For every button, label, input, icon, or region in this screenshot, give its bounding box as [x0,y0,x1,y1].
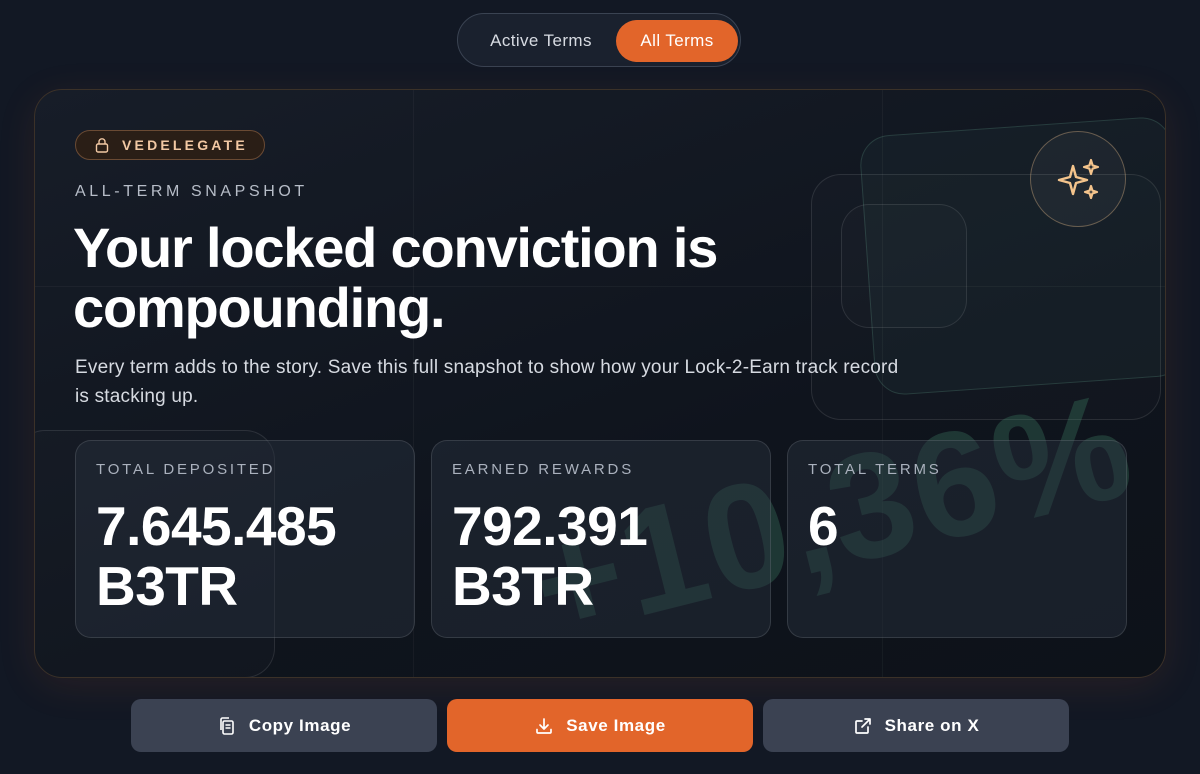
share-on-x-button[interactable]: Share on X [763,699,1069,752]
tab-all-terms[interactable]: All Terms [616,20,738,62]
description-text: Every term adds to the story. Save this … [75,357,899,407]
external-link-icon [854,717,871,734]
sparkles-icon [1057,158,1100,200]
page-title: Your locked conviction is compounding. [73,216,718,339]
decorative-panel [841,204,967,328]
download-icon [536,717,553,734]
stat-label: EARNED REWARDS [452,461,634,478]
stat-label: TOTAL TERMS [808,461,942,478]
sparkle-badge [1030,131,1126,227]
vedelegate-badge: VEDELEGATE [75,130,265,160]
copy-icon [220,716,234,735]
share-on-x-label: Share on X [884,715,980,735]
term-toggle: Active Terms All Terms [457,13,741,67]
stat-card-total-deposited: TOTAL DEPOSITED 7.645.485 B3TR [75,440,415,638]
copy-image-label: Copy Image [248,715,352,735]
tab-active-terms[interactable]: Active Terms [466,20,616,62]
lock-icon [95,138,109,153]
stat-value: 6 [808,495,839,557]
badge-label: VEDELEGATE [122,137,248,153]
stat-card-earned-rewards: EARNED REWARDS 792.391 B3TR [431,440,771,638]
stat-value: 7.645.485 B3TR [96,495,337,617]
stat-label: TOTAL DEPOSITED [96,461,276,478]
save-image-button[interactable]: Save Image [447,699,753,752]
stat-card-total-terms: TOTAL TERMS 6 [787,440,1127,638]
snapshot-card: +10,36% VEDELEGATE ALL-TERM SNAPSHOT You… [34,89,1166,678]
copy-image-button[interactable]: Copy Image [131,699,437,752]
save-image-label: Save Image [566,715,666,735]
stat-value: 792.391 B3TR [452,495,648,617]
eyebrow-label: ALL-TERM SNAPSHOT [75,183,308,200]
